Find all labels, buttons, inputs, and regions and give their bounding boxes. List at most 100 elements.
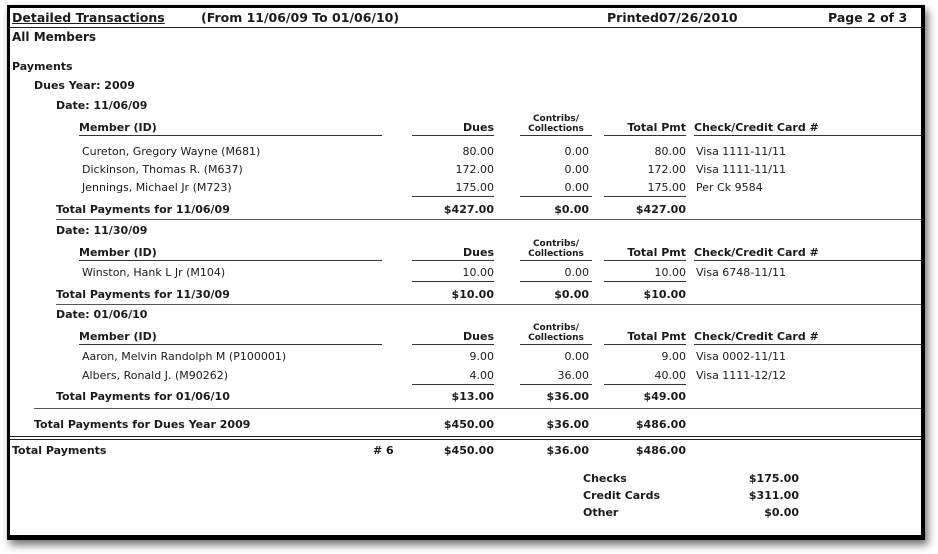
- group-divider: [34, 408, 921, 409]
- col-contribs-header: Contribs/Collections: [528, 323, 584, 343]
- card-value: Visa 0002-11/11: [696, 350, 786, 363]
- header-underline: [412, 260, 494, 261]
- col-card-header: Check/Credit Card #: [694, 246, 819, 259]
- card-value: Visa 1111-12/12: [696, 369, 786, 382]
- year-total-label: Total Payments for Dues Year 2009: [34, 418, 251, 431]
- contribs-value: 0.00: [564, 350, 590, 363]
- dues-value: 4.00: [469, 369, 495, 382]
- col-contribs-header: Contribs/Collections: [528, 114, 584, 134]
- group-date: Date: 01/06/10: [56, 308, 148, 321]
- member-name: Jennings, Michael Jr (M723): [82, 181, 232, 194]
- group-total-total: $10.00: [643, 288, 686, 301]
- printed-date: Printed07/26/2010: [607, 10, 738, 25]
- dues-value: 80.00: [462, 145, 495, 158]
- contribs-value: 0.00: [564, 145, 590, 158]
- total-value: 9.00: [661, 350, 687, 363]
- header-underline: [604, 135, 686, 136]
- group-divider: [56, 304, 921, 305]
- group-total-dues: $13.00: [451, 390, 494, 403]
- header-underline: [520, 344, 592, 345]
- member-name: Winston, Hank L Jr (M104): [82, 266, 226, 279]
- header-underline: [520, 260, 592, 261]
- contribs-value: 0.00: [564, 181, 590, 194]
- member-name: Cureton, Gregory Wayne (M681): [82, 145, 261, 158]
- total-value: 10.00: [654, 266, 687, 279]
- group-total-label: Total Payments for 01/06/10: [56, 390, 230, 403]
- col-dues-header: Dues: [463, 121, 494, 134]
- year-total-total: $486.00: [635, 418, 686, 431]
- header-underline: [604, 344, 686, 345]
- col-total-header: Total Pmt: [627, 246, 686, 259]
- dues-value: 175.00: [455, 181, 495, 194]
- summary-label: Other: [583, 506, 619, 519]
- total-value: 40.00: [654, 369, 687, 382]
- summary-label: Checks: [583, 472, 627, 485]
- group-total-label: Total Payments for 11/06/09: [56, 203, 230, 216]
- group-date: Date: 11/06/09: [56, 99, 148, 112]
- col-member-header: Member (ID): [79, 330, 157, 343]
- col-dues-header: Dues: [463, 246, 494, 259]
- page-number: Page 2 of 3: [828, 10, 908, 25]
- grand-total-total: $486.00: [635, 444, 686, 457]
- sum-line: [604, 196, 686, 197]
- report-title: Detailed Transactions: [12, 10, 165, 25]
- sum-line: [604, 281, 686, 282]
- group-divider: [56, 219, 921, 220]
- grand-divider: [10, 439, 921, 440]
- header-underline: [79, 135, 382, 136]
- contribs-value: 36.00: [557, 369, 590, 382]
- section-title: Payments: [12, 60, 73, 73]
- group-total-contribs: $0.00: [554, 203, 589, 216]
- sum-line: [520, 384, 592, 385]
- col-card-header: Check/Credit Card #: [694, 330, 819, 343]
- dues-year-label: Dues Year: 2009: [34, 79, 135, 92]
- group-total-contribs: $36.00: [546, 390, 589, 403]
- card-value: Per Ck 9584: [696, 181, 763, 194]
- group-total-label: Total Payments for 11/30/09: [56, 288, 230, 301]
- group-total-contribs: $0.00: [554, 288, 589, 301]
- card-value: Visa 1111-11/11: [696, 145, 786, 158]
- dues-value: 10.00: [462, 266, 495, 279]
- group-total-total: $49.00: [643, 390, 686, 403]
- grand-total-dues: $450.00: [443, 444, 494, 457]
- col-card-header: Check/Credit Card #: [694, 121, 819, 134]
- summary-value: $0.00: [764, 506, 799, 519]
- col-member-header: Member (ID): [79, 121, 157, 134]
- summary-value: $311.00: [748, 489, 799, 502]
- header-underline: [79, 260, 382, 261]
- col-total-header: Total Pmt: [627, 121, 686, 134]
- dues-value: 172.00: [455, 163, 495, 176]
- grand-total-contribs: $36.00: [546, 444, 589, 457]
- header-divider: [10, 27, 921, 28]
- member-name: Albers, Ronald J. (M90262): [82, 369, 229, 382]
- year-total-dues: $450.00: [443, 418, 494, 431]
- member-scope: All Members: [12, 30, 97, 44]
- header-underline: [694, 344, 921, 345]
- sum-line: [520, 281, 592, 282]
- sum-line: [604, 384, 686, 385]
- col-total-header: Total Pmt: [627, 330, 686, 343]
- header-underline: [412, 135, 494, 136]
- payment-count: # 6: [373, 444, 394, 457]
- member-name: Aaron, Melvin Randolph M (P100001): [82, 350, 287, 363]
- member-name: Dickinson, Thomas R. (M637): [82, 163, 243, 176]
- dues-value: 9.00: [469, 350, 495, 363]
- group-total-dues: $10.00: [451, 288, 494, 301]
- total-value: 80.00: [654, 145, 687, 158]
- card-value: Visa 1111-11/11: [696, 163, 786, 176]
- card-value: Visa 6748-11/11: [696, 266, 786, 279]
- header-underline: [694, 260, 921, 261]
- col-dues-header: Dues: [463, 330, 494, 343]
- sum-line: [412, 196, 494, 197]
- total-value: 172.00: [647, 163, 687, 176]
- total-value: 175.00: [647, 181, 687, 194]
- header-underline: [79, 344, 382, 345]
- sum-line: [412, 281, 494, 282]
- col-member-header: Member (ID): [79, 246, 157, 259]
- grand-total-label: Total Payments: [12, 444, 107, 457]
- header-underline: [694, 135, 921, 136]
- report-page: Detailed Transactions (From 11/06/09 To …: [7, 5, 925, 540]
- sum-line: [520, 196, 592, 197]
- col-contribs-header: Contribs/Collections: [528, 239, 584, 259]
- year-total-contribs: $36.00: [546, 418, 589, 431]
